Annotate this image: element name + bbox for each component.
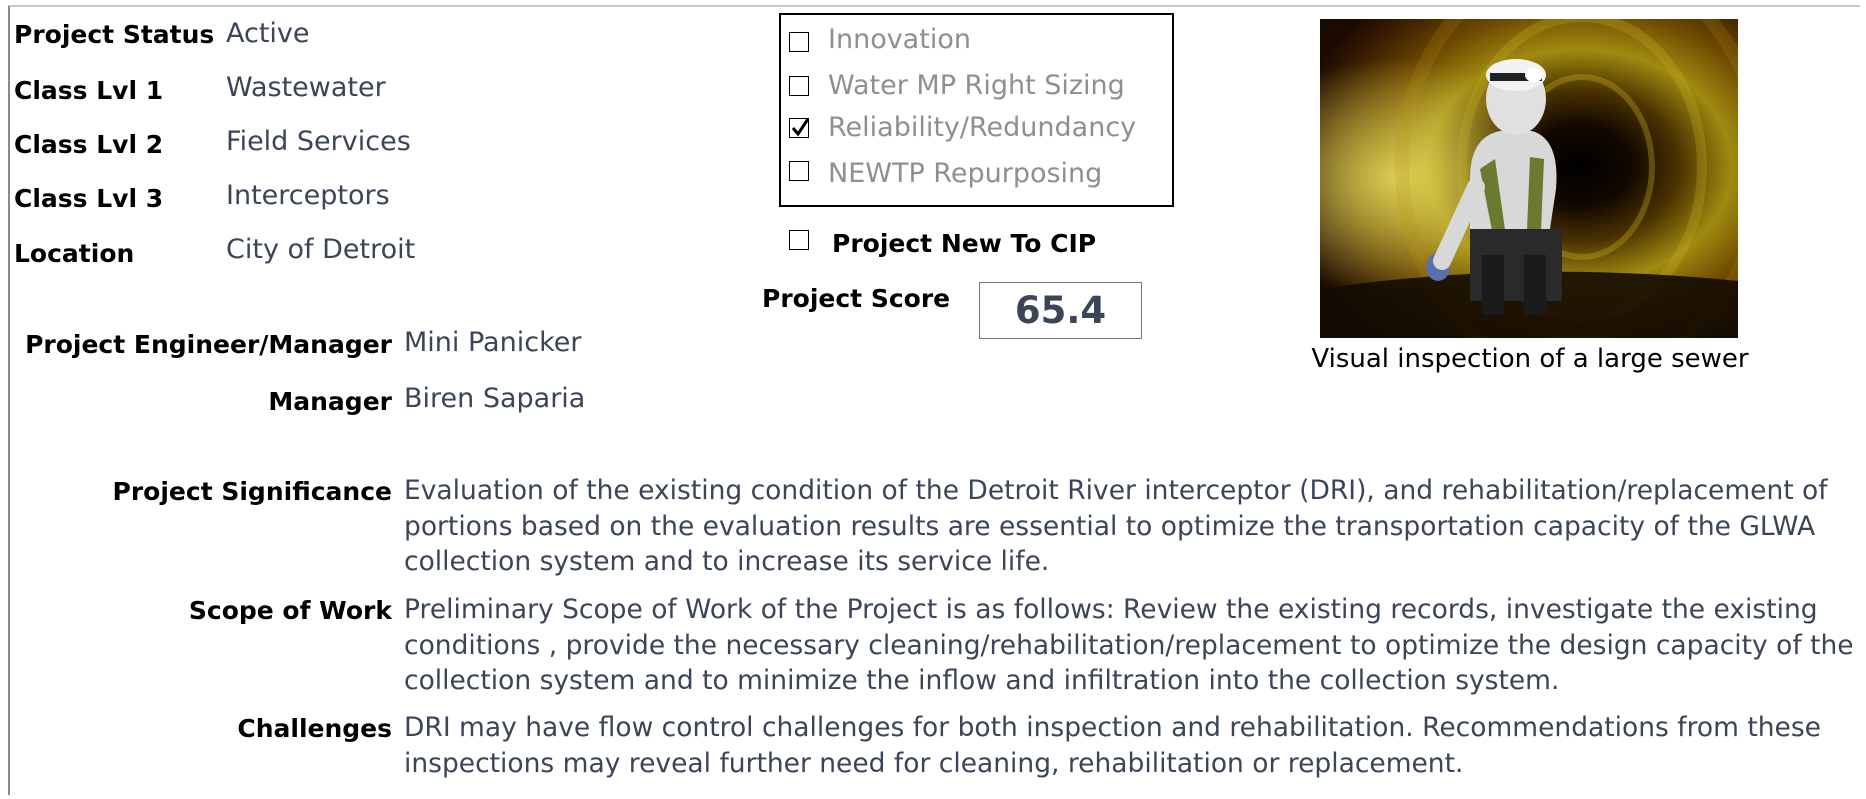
project-status-label: Project Status	[14, 20, 215, 49]
manager-label: Manager	[268, 387, 392, 416]
checkbox-innovation-label: Innovation	[828, 24, 971, 55]
location-value: City of Detroit	[226, 234, 416, 265]
class-lvl-3-label: Class Lvl 3	[14, 184, 164, 213]
project-score-value: 65.4	[979, 282, 1142, 339]
project-significance-label: Project Significance	[112, 477, 392, 506]
checkbox-innovation[interactable]	[789, 32, 809, 52]
challenges-label: Challenges	[237, 714, 392, 743]
project-engineer-value: Mini Panicker	[404, 327, 582, 358]
manager-value: Biren Saparia	[404, 383, 586, 414]
scope-of-work-label: Scope of Work	[188, 596, 392, 625]
class-lvl-2-label: Class Lvl 2	[14, 130, 164, 159]
challenges-text: DRI may have flow control challenges for…	[404, 712, 1821, 779]
scope-of-work-text: Preliminary Scope of Work of the Project…	[404, 594, 1854, 696]
checkbox-water-mp-right-sizing[interactable]	[789, 76, 809, 96]
project-new-to-cip-label: Project New To CIP	[832, 229, 1097, 258]
location-label: Location	[14, 239, 135, 268]
project-engineer-label: Project Engineer/Manager	[25, 330, 392, 359]
class-lvl-1-label: Class Lvl 1	[14, 76, 164, 105]
class-lvl-1-value: Wastewater	[226, 72, 386, 103]
photo-caption: Visual inspection of a large sewer	[1311, 344, 1749, 374]
sewer-inspection-photo	[1320, 19, 1738, 338]
checkbox-reliability-redundancy[interactable]	[789, 118, 810, 138]
project-significance-text: Evaluation of the existing condition of …	[404, 475, 1828, 577]
checkbox-newtp-repurposing-label: NEWTP Repurposing	[828, 158, 1103, 189]
class-lvl-2-value: Field Services	[226, 126, 411, 157]
checkbox-reliability-redundancy-label: Reliability/Redundancy	[828, 112, 1137, 143]
checkbox-water-mp-right-sizing-label: Water MP Right Sizing	[828, 70, 1125, 101]
project-score-label: Project Score	[762, 284, 951, 313]
project-status-value: Active	[226, 18, 310, 49]
checkbox-project-new-to-cip[interactable]	[789, 230, 809, 250]
class-lvl-3-value: Interceptors	[226, 180, 390, 211]
checkmark-icon	[791, 118, 810, 137]
checkbox-newtp-repurposing[interactable]	[789, 161, 809, 181]
